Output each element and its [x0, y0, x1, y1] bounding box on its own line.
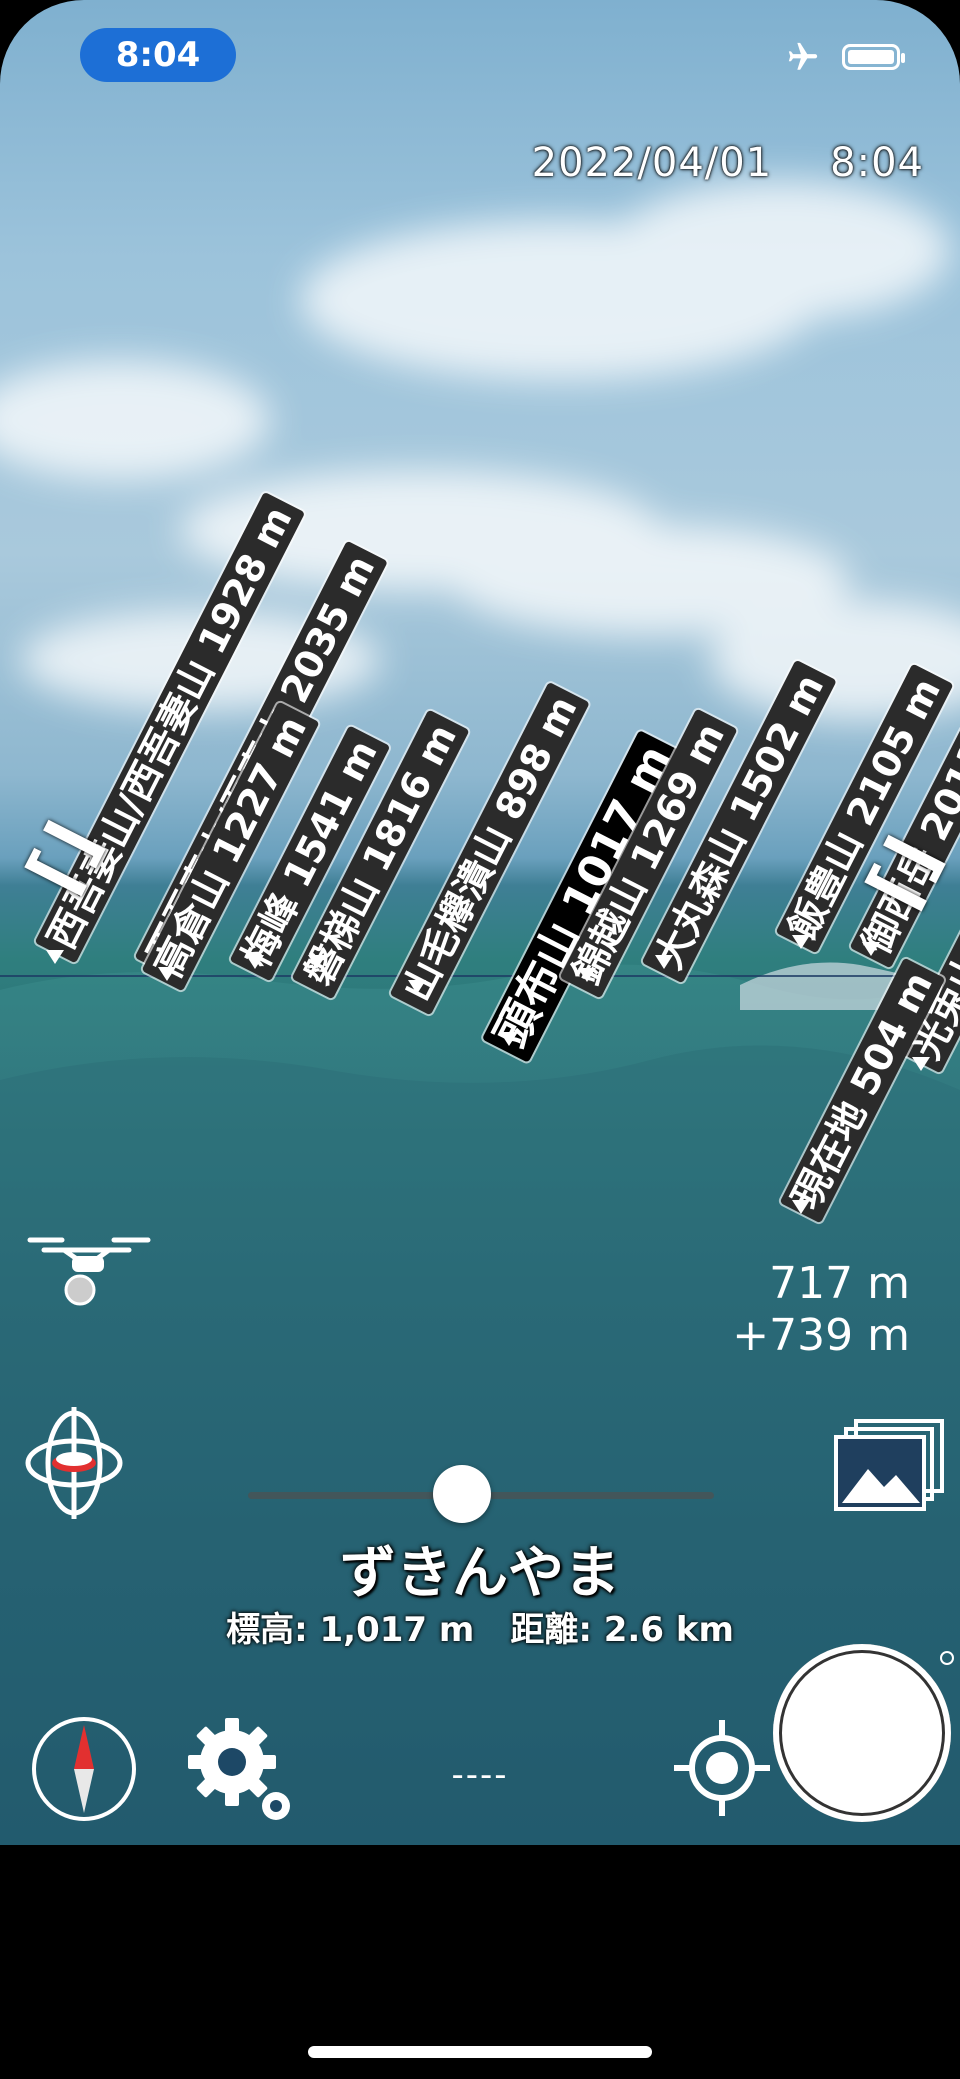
peak-label[interactable]: 現在地 504 m — [779, 957, 946, 1224]
battery-icon — [842, 44, 905, 70]
altitude-delta: +739 m — [732, 1310, 910, 1361]
airplane-icon — [788, 42, 818, 70]
peak-pin — [246, 955, 264, 969]
photo-gallery-icon[interactable] — [832, 1417, 946, 1517]
camera-view: 8:04 2022/04/018:04 西吾妻山/西吾妻山 1928 m 西吾妻… — [0, 0, 960, 1845]
peak-pin — [500, 1032, 518, 1046]
indicator-dot — [940, 1651, 954, 1665]
home-indicator[interactable] — [308, 2046, 652, 2058]
peak-pin — [158, 967, 176, 981]
peak-pin — [46, 950, 64, 964]
altitude-value: 717 m — [769, 1258, 910, 1309]
shutter-button[interactable] — [773, 1644, 951, 1822]
peak-pin — [655, 955, 673, 969]
status-time: 8:04 — [80, 28, 236, 82]
horizon-line — [0, 975, 960, 977]
selected-peak-name: ずきんやま — [340, 1541, 620, 1606]
peak-pin — [912, 1057, 930, 1071]
locate-icon[interactable] — [672, 1718, 772, 1818]
capture-date: 2022/04/01 — [531, 140, 773, 186]
capture-time: 8:04 — [830, 140, 924, 186]
peak-pin — [862, 942, 880, 956]
peak-pin — [792, 935, 810, 949]
peak-pin — [408, 980, 426, 994]
gyroscope-icon[interactable] — [24, 1403, 124, 1523]
status-icons — [782, 40, 905, 74]
peak-pin — [308, 955, 326, 969]
peak-pin — [578, 968, 596, 982]
peak-pin — [792, 1200, 810, 1214]
selected-peak-distance: 距離: 2.6 km — [510, 1610, 734, 1650]
drone-icon[interactable] — [24, 1222, 154, 1312]
selected-peak-elevation: 標高: 1,017 m — [226, 1610, 475, 1650]
capture-datetime: 2022/04/01 8:04 — [532, 140, 924, 186]
selected-peak-info: 標高: 1,017 m 距離: 2.6 km — [0, 1602, 960, 1651]
zoom-slider-thumb[interactable] — [433, 1465, 492, 1523]
